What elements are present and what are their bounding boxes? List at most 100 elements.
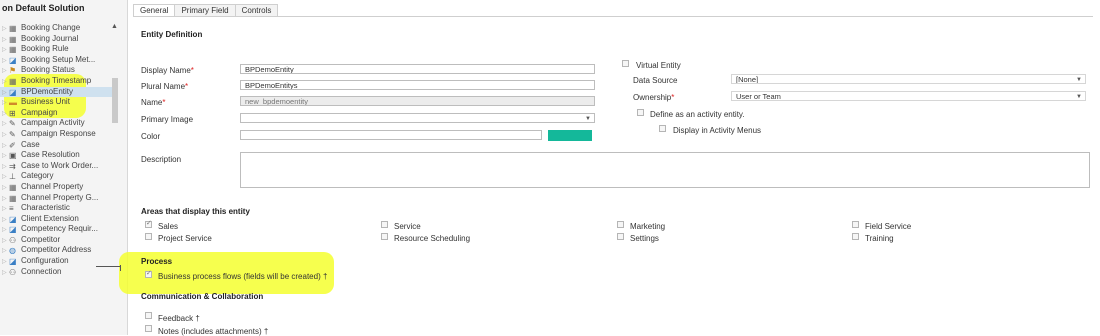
data-source-label: Data Source xyxy=(633,76,678,85)
bpf-label-text: Business process flows (fields will be c… xyxy=(158,272,321,281)
expand-icon[interactable]: ▷ xyxy=(2,268,9,278)
tree-item[interactable]: ▷ ⚑ Booking Status xyxy=(0,65,118,76)
annotation-connector xyxy=(120,265,121,271)
area-resource-scheduling-checkbox[interactable] xyxy=(381,233,388,240)
scroll-up-icon[interactable]: ▲ xyxy=(111,23,118,30)
color-swatch[interactable] xyxy=(548,130,592,141)
expand-icon[interactable]: ▷ xyxy=(2,66,9,76)
tree-item[interactable]: ▷ ⊞ Campaign xyxy=(0,108,118,119)
tree-item-label: Case to Work Order... xyxy=(21,160,99,170)
area-training-label: Training xyxy=(865,234,894,243)
expand-icon[interactable]: ▷ xyxy=(2,162,9,172)
tree-item[interactable]: ▷ ▣ Case Resolution xyxy=(0,150,118,161)
tree-item[interactable]: ▷ ◪ BPDemoEntity xyxy=(0,86,118,98)
area-marketing-checkbox[interactable] xyxy=(617,221,624,228)
tree-item[interactable]: ▷ ◍ Competitor Address xyxy=(0,245,118,256)
tree-item[interactable]: ▷ ▦ Booking Timestamp xyxy=(0,76,118,87)
feedback-checkbox[interactable] xyxy=(145,312,152,319)
description-textarea[interactable] xyxy=(240,152,1090,188)
data-source-select[interactable]: [None] ▼ xyxy=(731,74,1086,84)
ownership-select[interactable]: User or Team ▼ xyxy=(731,91,1086,101)
tree-item[interactable]: ▷ ⊥ Category xyxy=(0,171,118,182)
plural-name-input[interactable]: BPDemoEntitys xyxy=(240,80,595,90)
area-sales-label: Sales xyxy=(158,222,179,231)
tree-item[interactable]: ▷ ▦ Booking Journal xyxy=(0,34,118,45)
tree-item-label: Characteristic xyxy=(21,203,70,213)
process-heading: Process xyxy=(141,257,173,266)
tree-item[interactable]: ▷ ⚇ Connection xyxy=(0,267,118,278)
notes-checkbox[interactable] xyxy=(145,325,152,332)
primary-image-select[interactable]: ▼ xyxy=(240,113,595,123)
display-activity-menus-checkbox[interactable] xyxy=(659,125,666,132)
tree-item[interactable]: ▷ ✎ Campaign Activity xyxy=(0,118,118,129)
chevron-down-icon: ▼ xyxy=(585,116,591,122)
expand-icon[interactable]: ▷ xyxy=(2,109,9,119)
tree-item[interactable]: ▷ ▦ Booking Rule xyxy=(0,44,118,55)
tree-item[interactable]: ▷ ≡ Characteristic xyxy=(0,203,118,214)
bpf-label: Business process flows (fields will be c… xyxy=(158,272,327,281)
tree-item[interactable]: ▷ ⚇ Competitor xyxy=(0,235,118,246)
tree-item[interactable]: ▷ ▦ Channel Property xyxy=(0,182,118,193)
expand-icon[interactable]: ▷ xyxy=(2,35,9,45)
tree-item[interactable]: ▷ ▦ Booking Change xyxy=(0,23,118,34)
megaphone-icon: ✎ xyxy=(9,119,16,129)
tab-primary-field[interactable]: Primary Field xyxy=(174,4,236,16)
area-service-checkbox[interactable] xyxy=(381,221,388,228)
expand-icon[interactable]: ▷ xyxy=(2,225,9,235)
name-label: Name* xyxy=(141,98,165,107)
tab-general[interactable]: General xyxy=(133,4,176,16)
expand-icon[interactable]: ▷ xyxy=(2,215,9,225)
tree-item[interactable]: ▷ ◪ Client Extension xyxy=(0,214,118,225)
area-resource-scheduling-label: Resource Scheduling xyxy=(394,234,471,243)
tab-controls[interactable]: Controls xyxy=(234,4,279,16)
area-sales-checkbox[interactable] xyxy=(145,219,152,228)
area-field-service-checkbox[interactable] xyxy=(852,221,859,228)
expand-icon[interactable]: ▷ xyxy=(2,151,9,161)
tree-item-label: Booking Journal xyxy=(21,33,79,43)
tree-item-label: Competency Requir... xyxy=(21,224,98,234)
tree-item[interactable]: ▷ ✐ Case xyxy=(0,140,118,151)
tree-item[interactable]: ▷ ◪ Booking Setup Met... xyxy=(0,55,118,66)
tree-item[interactable]: ▷ ▦ Channel Property G... xyxy=(0,193,118,204)
expand-icon[interactable]: ▷ xyxy=(2,257,9,267)
display-name-input[interactable]: BPDemoEntity xyxy=(240,64,595,74)
person-doc-icon: ◪ xyxy=(9,214,17,224)
tree-item-label: Booking Timestamp xyxy=(21,75,92,85)
area-settings-checkbox[interactable] xyxy=(617,233,624,240)
tree-item-label: Category xyxy=(21,171,54,181)
expand-icon[interactable]: ▷ xyxy=(2,98,9,108)
expand-icon[interactable]: ▷ xyxy=(2,236,9,246)
expand-icon[interactable]: ▷ xyxy=(2,45,9,55)
plural-name-label: Plural Name* xyxy=(141,82,188,91)
megaphone-icon: ✎ xyxy=(9,129,16,139)
expand-icon[interactable]: ▷ xyxy=(2,204,9,214)
color-input[interactable] xyxy=(240,130,542,140)
tree-item-label: Campaign Response xyxy=(21,128,96,138)
tree-item[interactable]: ▷ ◪ Competency Requir... xyxy=(0,224,118,235)
expand-icon[interactable]: ▷ xyxy=(2,77,9,87)
flag-icon: ⚑ xyxy=(9,66,17,76)
tree-item-label: Campaign xyxy=(21,107,58,117)
expand-icon[interactable]: ▷ xyxy=(2,130,9,140)
scroll-thumb[interactable] xyxy=(112,78,118,123)
tree-item-label: Case Resolution xyxy=(21,150,80,160)
tree-item[interactable]: ▷ ⇉ Case to Work Order... xyxy=(0,161,118,172)
expand-icon[interactable]: ▷ xyxy=(2,194,9,204)
tree-scrollbar[interactable]: ▲ xyxy=(111,23,119,123)
expand-icon[interactable]: ▷ xyxy=(2,56,9,66)
expand-icon[interactable]: ▷ xyxy=(2,172,9,182)
area-project-service-checkbox[interactable] xyxy=(145,233,152,240)
expand-icon[interactable]: ▷ xyxy=(2,183,9,193)
define-activity-checkbox[interactable] xyxy=(637,109,644,116)
expand-icon[interactable]: ▷ xyxy=(2,119,9,129)
expand-icon[interactable]: ▷ xyxy=(2,88,9,98)
expand-icon[interactable]: ▷ xyxy=(2,141,9,151)
virtual-entity-checkbox[interactable] xyxy=(622,60,629,67)
solution-tree-panel: on Default Solution ▷ ▦ Booking Change ▷ ▦ Bo… xyxy=(0,0,128,335)
expand-icon[interactable]: ▷ xyxy=(2,246,9,256)
expand-icon[interactable]: ▷ xyxy=(2,24,9,34)
primary-image-label: Primary Image xyxy=(141,115,194,124)
tree-item[interactable]: ▷ ✎ Campaign Response xyxy=(0,129,118,140)
area-training-checkbox[interactable] xyxy=(852,233,859,240)
tree-item[interactable]: ▷ ▬ Business Unit xyxy=(0,97,118,108)
